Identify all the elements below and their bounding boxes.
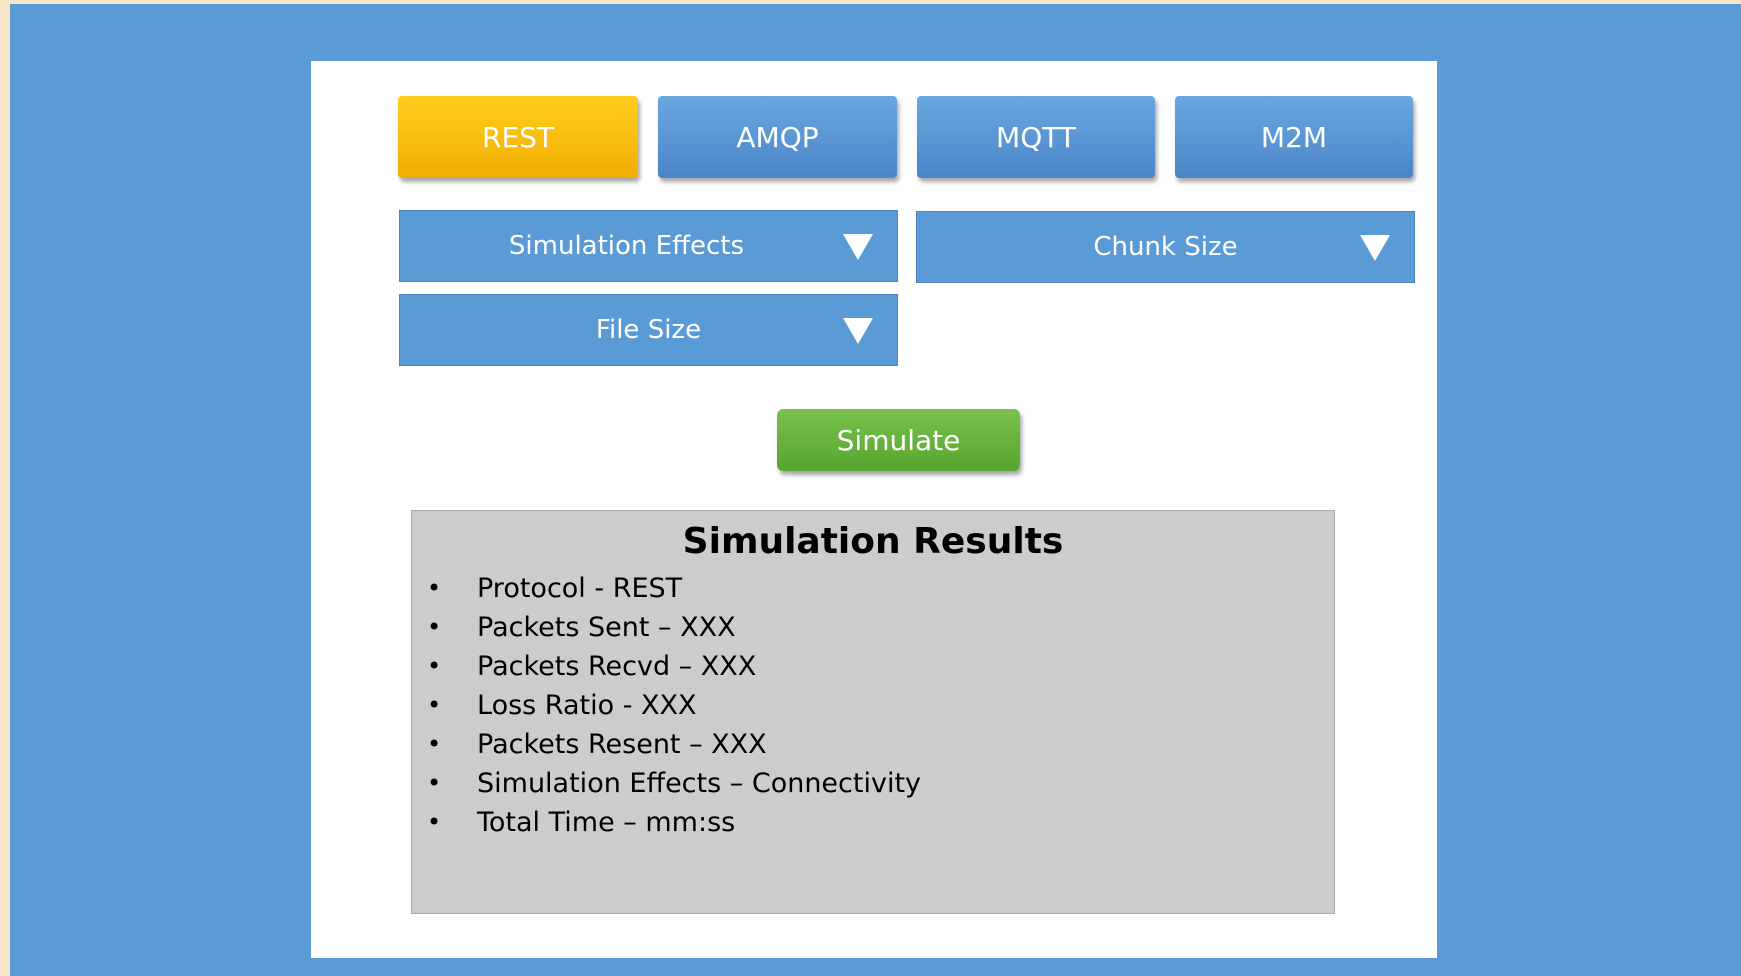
result-item-total-time: • Total Time – mm:ss xyxy=(427,803,921,842)
simulate-button[interactable]: Simulate xyxy=(777,409,1020,471)
result-text: Packets Recvd – XXX xyxy=(477,651,757,682)
bullet: • xyxy=(427,730,442,758)
results-list: • Protocol - REST • Packets Sent – XXX •… xyxy=(427,569,921,842)
result-text: Simulation Effects – Connectivity xyxy=(477,768,922,799)
tab-mqtt[interactable]: MQTT xyxy=(917,96,1155,178)
simulate-button-label: Simulate xyxy=(836,423,961,457)
bullet: • xyxy=(427,613,442,641)
result-text: Total Time – mm:ss xyxy=(477,807,736,838)
bullet: • xyxy=(427,691,442,719)
result-text: Protocol - REST xyxy=(477,573,683,604)
chunk-size-label: Chunk Size xyxy=(1093,232,1238,262)
tab-amqp-label: AMQP xyxy=(736,120,819,154)
result-text: Packets Resent – XXX xyxy=(477,729,767,760)
triangle-down-icon xyxy=(1360,235,1390,261)
tab-rest-label: REST xyxy=(481,120,555,154)
triangle-down-icon xyxy=(843,318,873,344)
result-item-packets-sent: • Packets Sent – XXX xyxy=(427,608,921,647)
results-title: Simulation Results xyxy=(682,521,1064,562)
bullet: • xyxy=(427,769,442,797)
tab-m2m[interactable]: M2M xyxy=(1175,96,1413,178)
result-text: Packets Sent – XXX xyxy=(477,612,736,643)
result-item-protocol: • Protocol - REST xyxy=(427,569,921,608)
file-size-label: File Size xyxy=(595,315,702,345)
tab-mqtt-label: MQTT xyxy=(996,120,1076,154)
simulation-effects-dropdown[interactable]: Simulation Effects xyxy=(399,210,898,282)
simulation-effects-label: Simulation Effects xyxy=(508,231,745,261)
tab-amqp[interactable]: AMQP xyxy=(658,96,897,178)
file-size-dropdown[interactable]: File Size xyxy=(399,294,898,366)
chunk-size-dropdown[interactable]: Chunk Size xyxy=(916,211,1415,283)
tab-m2m-label: M2M xyxy=(1260,120,1328,154)
result-text: Loss Ratio - XXX xyxy=(477,690,697,721)
result-item-loss-ratio: • Loss Ratio - XXX xyxy=(427,686,921,725)
result-item-packets-resent: • Packets Resent – XXX xyxy=(427,725,921,764)
result-item-packets-recvd: • Packets Recvd – XXX xyxy=(427,647,921,686)
simulation-results-box: Simulation Results • Protocol - REST • P… xyxy=(411,510,1335,914)
tab-rest[interactable]: REST xyxy=(398,96,638,178)
bullet: • xyxy=(427,808,442,836)
triangle-down-icon xyxy=(843,234,873,260)
bullet: • xyxy=(427,652,442,680)
result-item-simulation-effects: • Simulation Effects – Connectivity xyxy=(427,764,921,803)
bullet: • xyxy=(427,574,442,602)
